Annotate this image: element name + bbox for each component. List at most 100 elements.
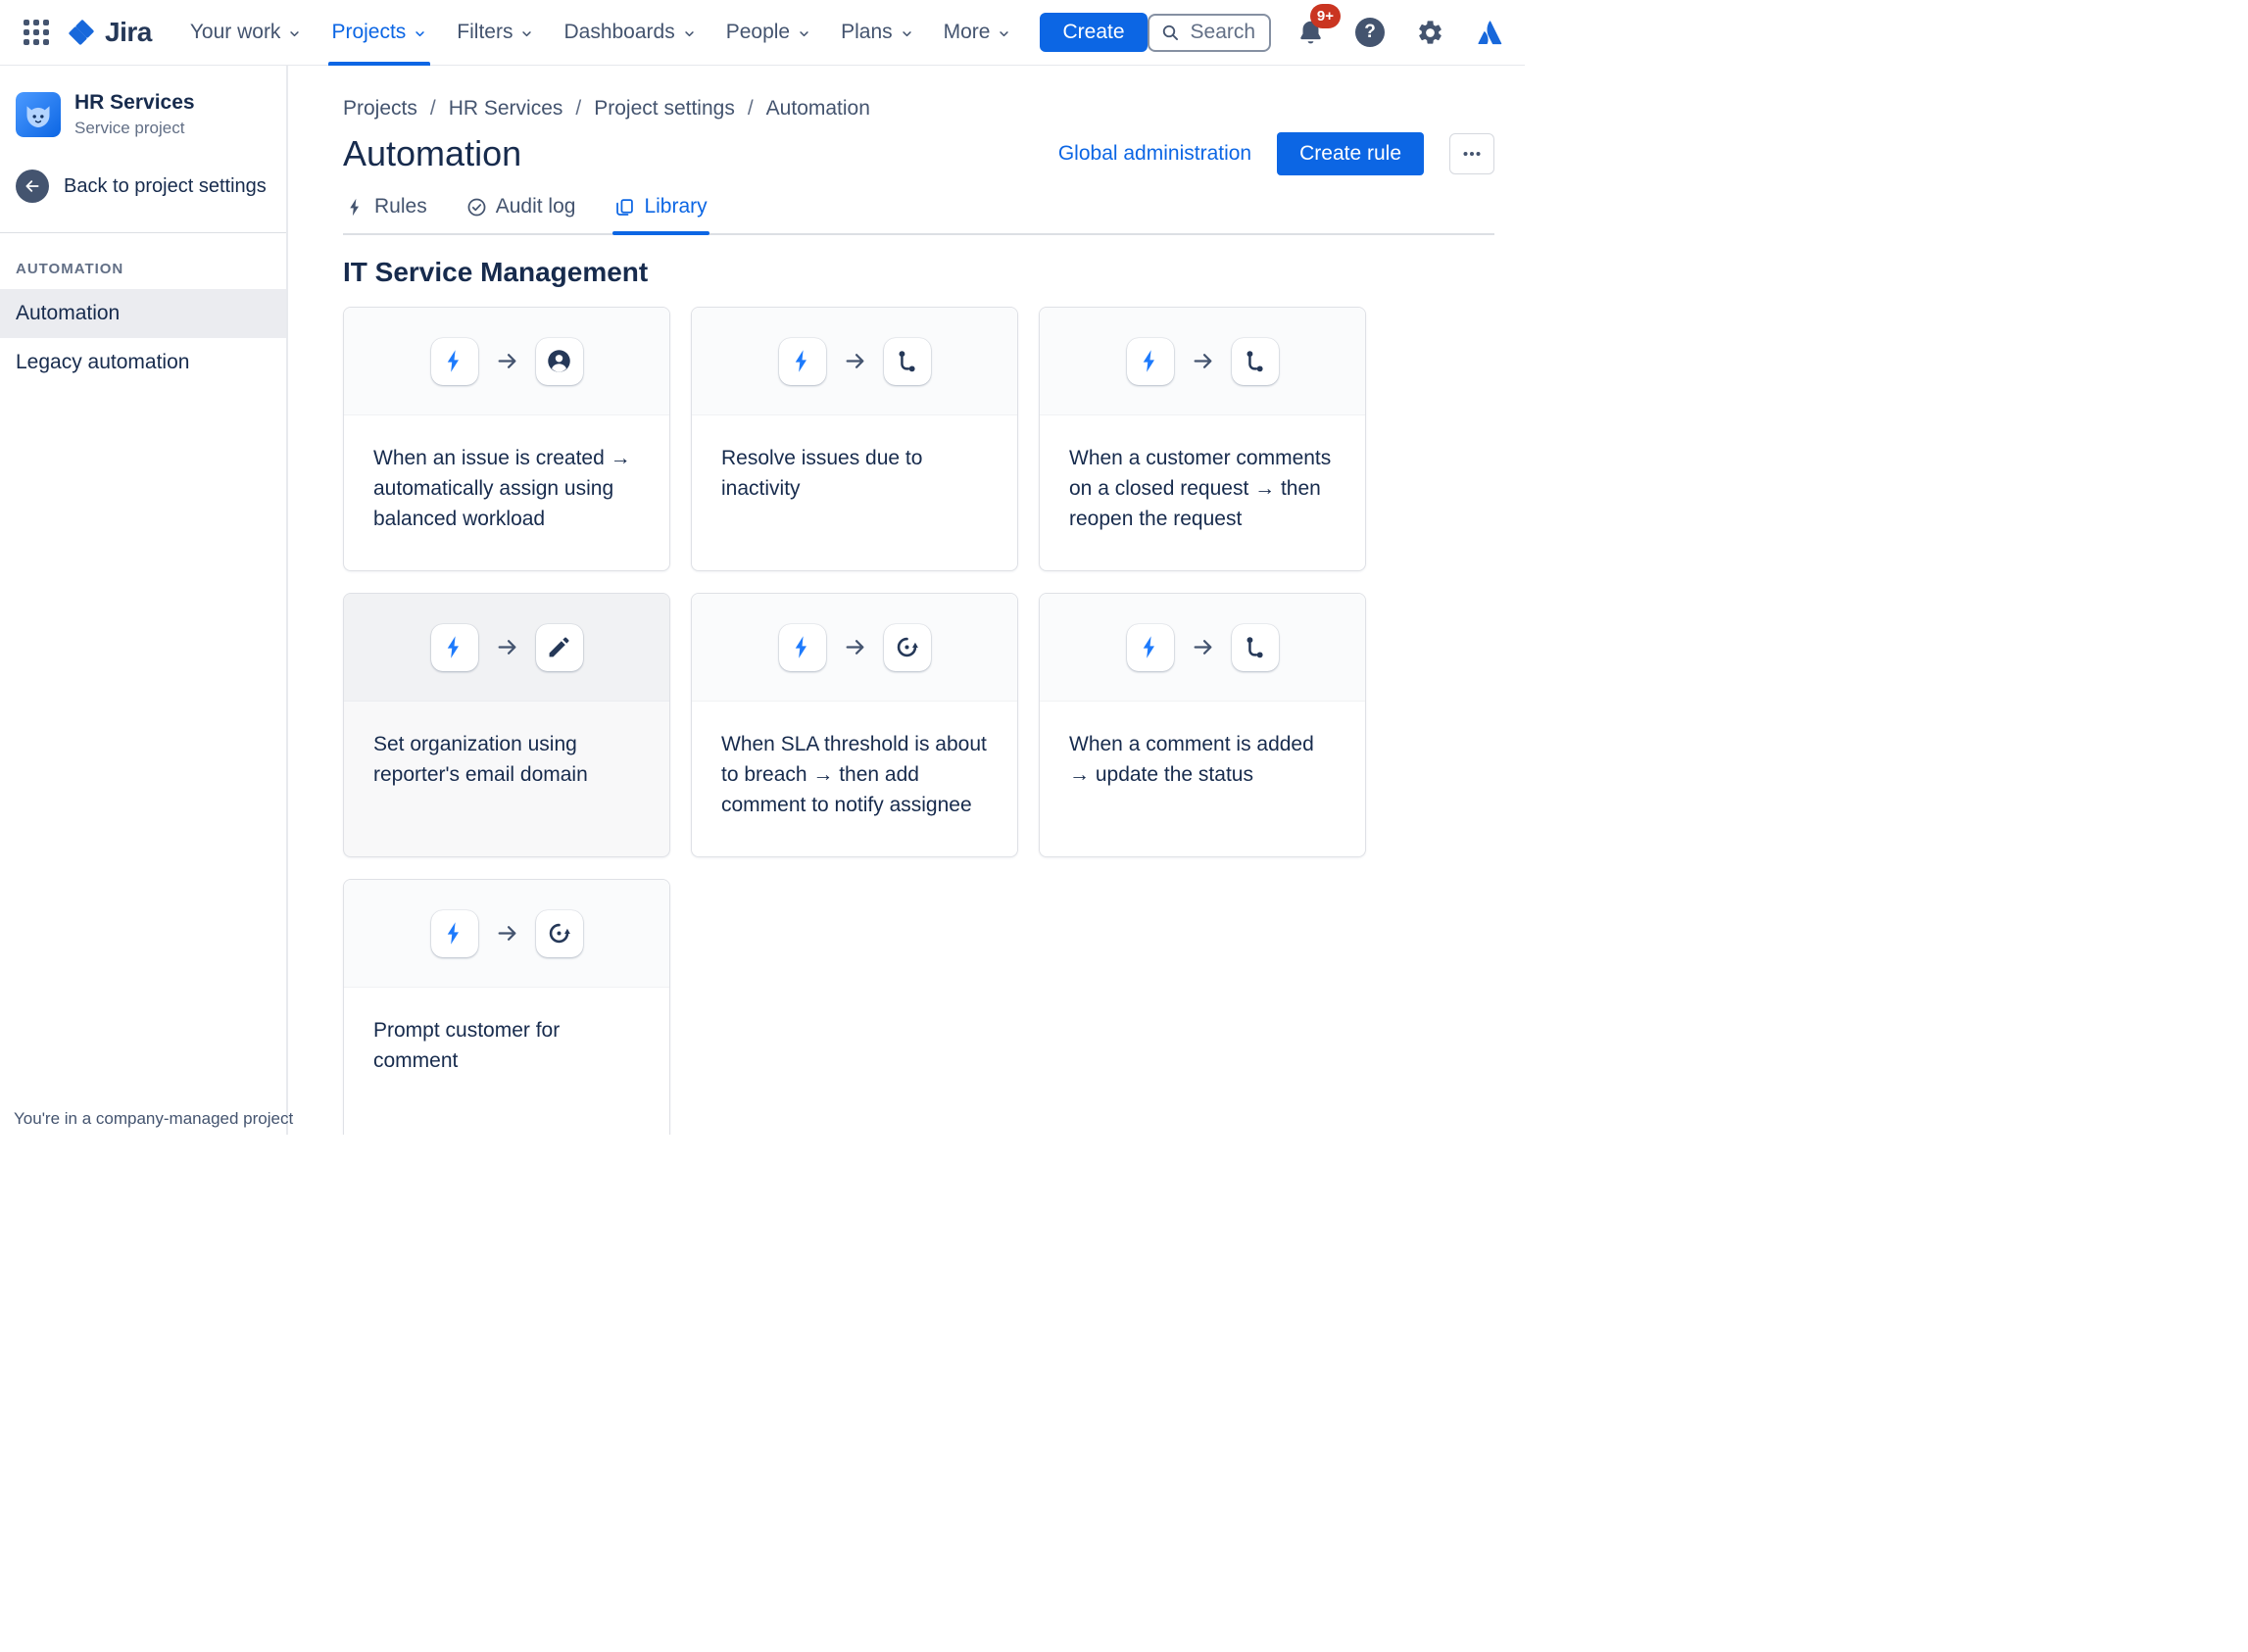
project-header: HR Services Service project — [0, 91, 286, 138]
lightning-icon — [441, 920, 467, 947]
trigger-chip — [1126, 337, 1174, 385]
back-to-project-settings[interactable]: Back to project settings — [0, 170, 286, 203]
breadcrumb-item-project-settings[interactable]: Project settings — [594, 97, 735, 121]
create-button[interactable]: Create — [1040, 13, 1148, 52]
action-chip — [535, 623, 583, 671]
card-title: Resolve issues due to inactivity — [721, 447, 923, 500]
app-window: Jira Your work Projects Filters Dashboards P… — [0, 0, 1525, 1135]
tab-library[interactable]: Library — [612, 189, 709, 235]
automation-template-card[interactable]: When SLA threshold is about to breach → … — [691, 593, 1018, 857]
back-label: Back to project settings — [64, 174, 267, 197]
automation-template-card[interactable]: When a comment is added → update the sta… — [1039, 593, 1366, 857]
search-icon — [1160, 23, 1180, 42]
page-title: Automation — [343, 133, 522, 173]
refresh-icon — [546, 920, 572, 947]
nav-item-label: People — [725, 21, 791, 43]
card-icon-strip — [1040, 594, 1365, 702]
tab-label: Library — [644, 195, 708, 218]
nav-item-dashboards[interactable]: Dashboards — [549, 0, 710, 66]
nav-item-people[interactable]: People — [711, 0, 826, 66]
nav-item-projects[interactable]: Projects — [317, 0, 442, 66]
lightning-icon — [441, 634, 467, 660]
breadcrumb-separator: / — [747, 97, 754, 120]
nav-item-filters[interactable]: Filters — [442, 0, 549, 66]
nav-item-more[interactable]: More — [929, 0, 1027, 66]
trigger-chip — [430, 909, 478, 957]
automation-template-card[interactable]: When a customer comments on a closed req… — [1039, 307, 1366, 571]
sidebar-item-legacy-automation[interactable]: Legacy automation — [0, 338, 286, 387]
tab-rules[interactable]: Rules — [343, 189, 429, 233]
nav-item-your-work[interactable]: Your work — [175, 0, 318, 66]
card-icon-strip — [1040, 308, 1365, 415]
nav-item-label: Plans — [841, 21, 893, 43]
more-actions-button[interactable] — [1449, 133, 1494, 174]
card-title: When a customer comments on a closed req… — [1069, 447, 1332, 530]
divider — [0, 232, 286, 233]
arrow-right-icon — [843, 349, 867, 373]
app-switcher-icon — [24, 20, 49, 45]
card-title: When SLA threshold is about to breach → … — [721, 733, 987, 816]
lightning-icon — [789, 634, 815, 660]
card-icon-strip — [692, 594, 1017, 702]
nav-right-icons: 9+ — [1295, 4, 1509, 48]
refresh-icon — [894, 634, 920, 660]
tab-label: Audit log — [495, 195, 576, 218]
trigger-chip — [778, 623, 826, 671]
sidebar-item-automation[interactable]: Automation — [0, 289, 286, 338]
tab-bar: Rules Audit log Library — [343, 189, 1494, 235]
action-chip — [535, 337, 583, 385]
person-circle-icon — [546, 348, 572, 374]
jira-wordmark: Jira — [105, 17, 152, 47]
page-actions: Global administration Create rule — [1058, 132, 1494, 175]
settings-button[interactable] — [1414, 17, 1445, 48]
nav-item-label: More — [943, 21, 991, 43]
automation-template-card[interactable]: When an issue is created → automatically… — [343, 307, 670, 571]
breadcrumb: Projects / HR Services / Project settings / Au… — [343, 97, 1494, 121]
automation-template-card[interactable]: Resolve issues due to inactivity — [691, 307, 1018, 571]
workflow-icon — [1242, 348, 1268, 374]
chevron-down-icon — [413, 24, 427, 41]
ellipsis-icon — [1460, 142, 1484, 166]
breadcrumb-item-hr-services[interactable]: HR Services — [449, 97, 563, 121]
project-avatar — [16, 92, 61, 137]
trigger-chip — [430, 337, 478, 385]
trigger-chip — [430, 623, 478, 671]
gear-icon — [1416, 19, 1444, 47]
project-managed-note: You're in a company-managed project — [14, 1109, 294, 1128]
card-icon-strip — [692, 308, 1017, 415]
tab-label: Rules — [374, 195, 427, 218]
app-switcher-button[interactable] — [18, 13, 55, 52]
search-box[interactable] — [1147, 13, 1271, 52]
atlassian-app-button[interactable] — [1474, 17, 1505, 48]
breadcrumb-separator: / — [429, 97, 436, 120]
action-chip — [883, 623, 931, 671]
automation-template-card[interactable]: Prompt customer for comment — [343, 879, 670, 1135]
arrow-right-icon — [1191, 349, 1215, 373]
global-administration-link[interactable]: Global administration — [1058, 142, 1251, 166]
action-chip — [1231, 623, 1279, 671]
arrow-right-icon — [843, 635, 867, 659]
automation-template-card[interactable]: Set organization using reporter's email … — [343, 593, 670, 857]
nav-item-label: Dashboards — [563, 21, 675, 43]
lightning-icon — [441, 348, 467, 374]
arrow-right-icon — [495, 349, 519, 373]
notification-badge: 9+ — [1309, 4, 1341, 28]
action-chip — [883, 337, 931, 385]
trigger-chip — [778, 337, 826, 385]
breadcrumb-item-automation[interactable]: Automation — [766, 97, 870, 121]
chevron-down-icon — [682, 24, 697, 41]
notifications-button[interactable]: 9+ — [1295, 4, 1341, 48]
help-button[interactable] — [1354, 17, 1386, 48]
jira-logo[interactable]: Jira — [67, 17, 152, 48]
project-sidebar: HR Services Service project Back to proj… — [0, 66, 293, 1135]
breadcrumb-item-projects[interactable]: Projects — [343, 97, 417, 121]
tab-audit-log[interactable]: Audit log — [464, 189, 578, 233]
create-rule-button[interactable]: Create rule — [1277, 132, 1424, 175]
nav-item-plans[interactable]: Plans — [826, 0, 929, 66]
search-input[interactable] — [1188, 20, 1258, 45]
card-title: When an issue is created → automatically… — [373, 447, 631, 530]
sidebar-section-title: AUTOMATION — [16, 261, 124, 277]
check-circle-icon — [466, 197, 487, 218]
lightning-icon — [1137, 634, 1163, 660]
arrow-right-icon — [495, 635, 519, 659]
